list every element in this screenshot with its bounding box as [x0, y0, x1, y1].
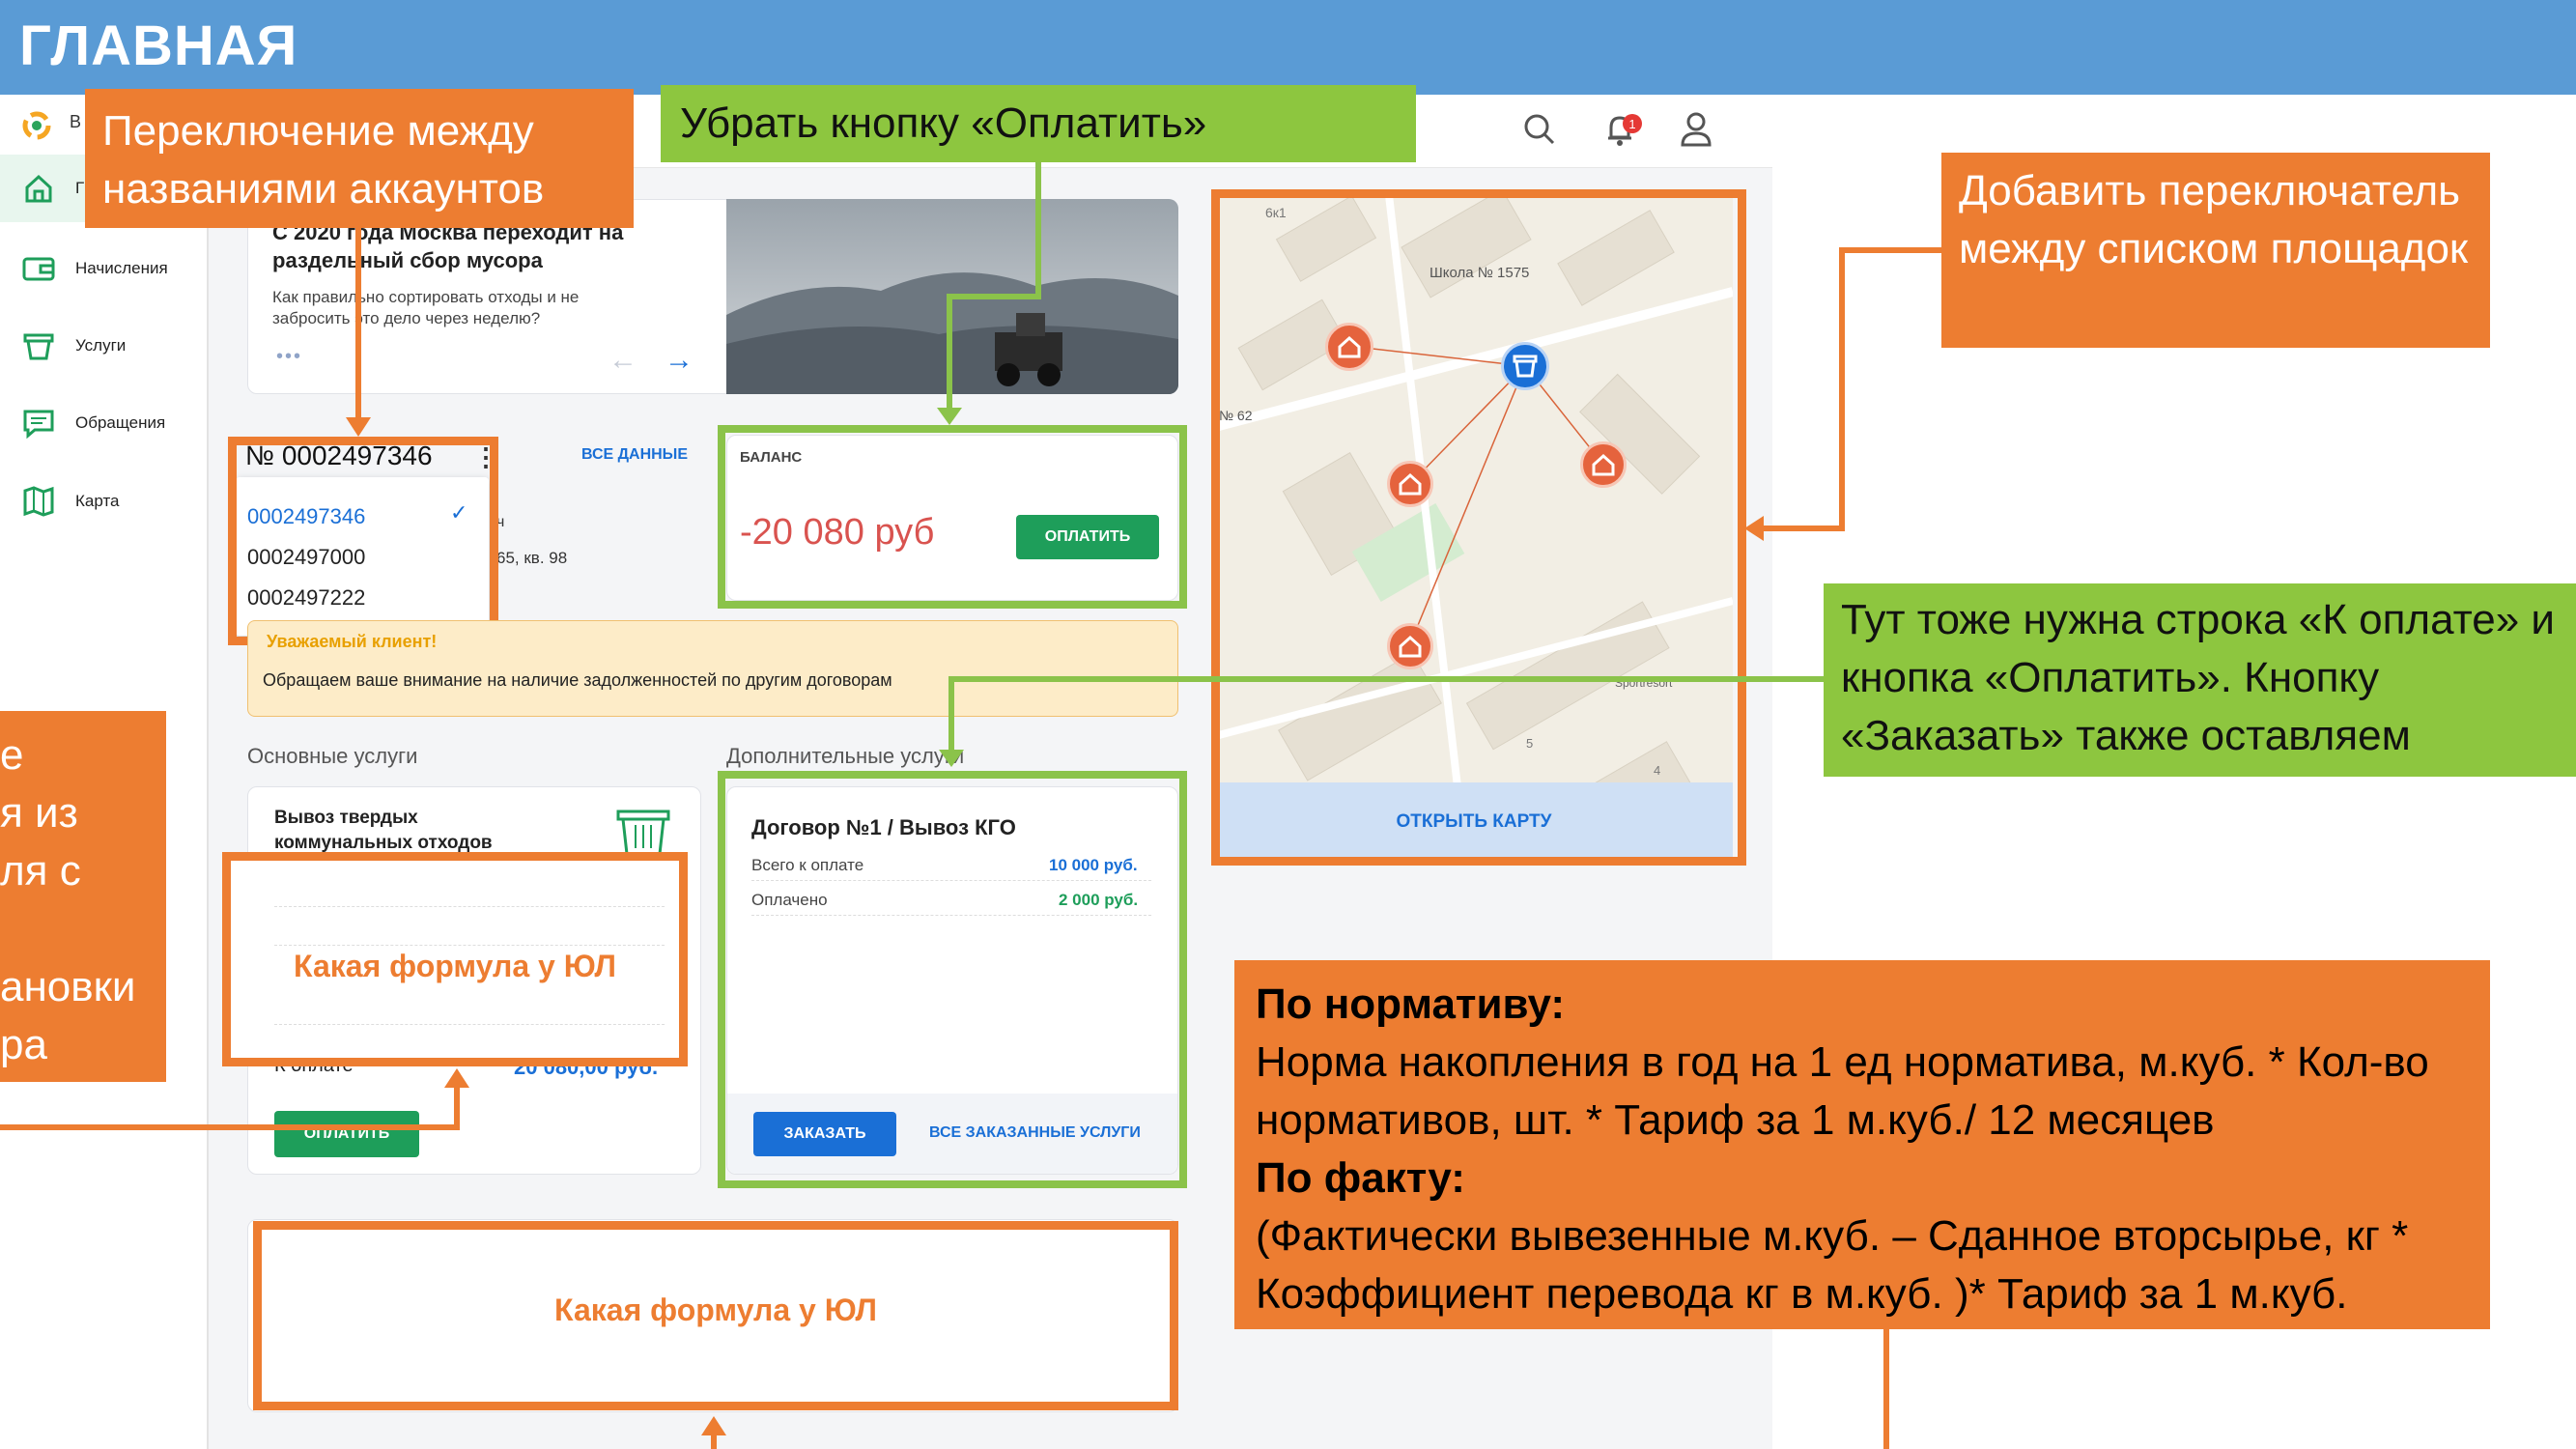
connector-arrow-icon — [937, 408, 962, 425]
wallet-icon — [19, 252, 58, 285]
connector-line — [948, 676, 954, 753]
notification-badge: 1 — [1623, 114, 1642, 133]
chat-icon — [19, 407, 58, 440]
connector-arrow-icon — [444, 1068, 469, 1088]
account-address-fragment: 65, кв. 98 — [496, 549, 568, 567]
sidebar-item-charges[interactable]: Начисления — [0, 235, 207, 302]
connector-line — [1883, 1329, 1889, 1449]
sidebar-item-services[interactable]: Услуги — [0, 312, 207, 380]
logo-text: В — [70, 112, 82, 131]
main-formula-note: Какая формула у ЮЛ — [294, 949, 616, 983]
accounts-highlight-frame — [228, 437, 498, 645]
sidebar-item-label: Обращения — [75, 413, 166, 432]
logo-icon — [19, 108, 54, 143]
slide-title: ГЛАВНАЯ — [19, 14, 298, 77]
connector-line — [355, 228, 361, 421]
connector-line — [947, 294, 1041, 299]
annotation-left-line: ра — [0, 1021, 47, 1068]
promo-subtitle: Как правильно сортировать отходы и не за… — [272, 288, 580, 327]
trash-bin-icon — [614, 804, 672, 858]
warning-title: Уважаемый клиент! — [267, 632, 438, 651]
connector-line — [0, 1124, 460, 1130]
connector-arrow-icon — [701, 1416, 726, 1435]
bottom-formula-note: Какая формула у ЮЛ — [554, 1293, 877, 1327]
connector-arrow-icon — [346, 417, 371, 437]
annotation-formula: По нормативу: Норма накопления в год на … — [1234, 960, 2490, 1329]
divider — [274, 906, 665, 907]
home-icon — [19, 172, 58, 205]
connector-line — [1762, 526, 1845, 531]
annotation-left-line: ановки — [0, 963, 136, 1010]
remove-pay-highlight-frame — [718, 425, 1187, 609]
annotation-accounts: Переключение между названиями аккаунтов — [85, 89, 634, 228]
sidebar-item-label: Г — [75, 179, 85, 197]
main-service-pay-button[interactable]: ОПЛАТИТЬ — [274, 1111, 419, 1157]
formula-title-norm: По нормативу: — [1256, 980, 1566, 1028]
connector-line — [1839, 247, 1845, 531]
extra-service-highlight-frame — [718, 771, 1187, 1188]
connector-line — [947, 294, 952, 412]
formula-title-fact: По факту: — [1256, 1154, 1465, 1202]
extra-services-heading: Дополнительные услуги — [726, 744, 965, 768]
all-data-link[interactable]: ВСЕ ДАННЫЕ — [581, 446, 688, 464]
promo-prev-arrow-icon[interactable]: ← — [609, 344, 637, 377]
sidebar-item-label: Начисления — [75, 259, 168, 277]
divider — [274, 945, 665, 946]
warning-text: Обращаем ваше внимание на наличие задолж… — [263, 670, 892, 690]
connector-arrow-icon — [1744, 516, 1764, 541]
connector-line — [1035, 162, 1041, 299]
annotation-left-line: я из — [0, 789, 78, 837]
map-highlight-frame — [1211, 189, 1746, 866]
promo-dots: ••• — [276, 346, 303, 367]
sidebar-item-label: Услуги — [75, 336, 127, 355]
annotation-left-line: ля с — [0, 847, 81, 895]
sidebar-item-map[interactable]: Карта — [0, 468, 207, 535]
sidebar-item-requests[interactable]: Обращения — [0, 389, 207, 457]
map-icon — [19, 485, 58, 518]
user-icon[interactable] — [1677, 108, 1715, 151]
connector-line — [454, 1086, 460, 1130]
cart-icon — [19, 329, 58, 362]
slide-header — [0, 0, 2576, 95]
connector-line — [1839, 247, 1941, 253]
connector-line — [948, 676, 1824, 682]
formula-text-norm: Норма накопления в год на 1 ед норматива… — [1256, 1038, 2429, 1144]
promo-next-arrow-icon[interactable]: → — [665, 344, 694, 377]
annotation-left-line: е — [0, 731, 24, 779]
divider — [274, 1024, 665, 1025]
annotation-platforms: Добавить переключатель между списком пло… — [1941, 153, 2490, 348]
search-icon[interactable] — [1520, 110, 1559, 149]
connector-line — [711, 1434, 717, 1449]
formula-text-fact: (Фактически вывезенные м.куб. – Сданное … — [1256, 1212, 2409, 1318]
main-services-heading: Основные услуги — [247, 744, 418, 768]
sidebar-item-label: Карта — [75, 492, 120, 510]
annotation-remove-pay: Убрать кнопку «Оплатить» — [661, 85, 1416, 162]
annotation-extra-row: Тут тоже нужна строка «К оплате» и кнопк… — [1824, 583, 2576, 777]
main-service-title: Вывоз твердых коммунальных отходов — [274, 808, 493, 853]
connector-arrow-icon — [939, 750, 964, 767]
